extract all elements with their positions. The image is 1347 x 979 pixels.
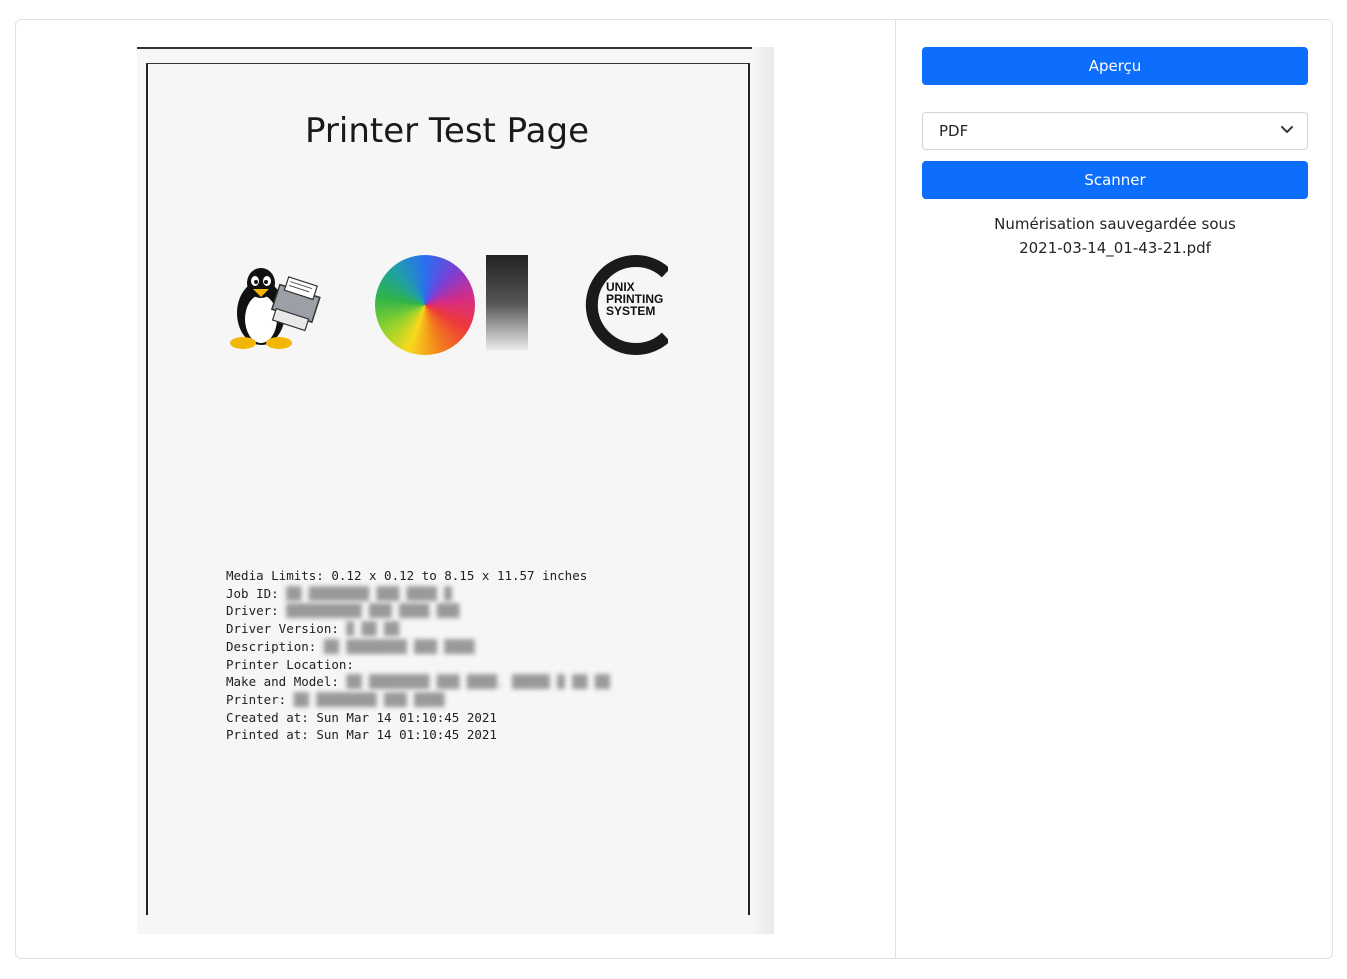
status-text: Numérisation sauvegardée sous	[994, 215, 1236, 233]
printer-info-block: Media Limits: 0.12 x 0.12 to 8.15 x 11.5…	[226, 567, 610, 744]
info-line-driver: Driver: ██████████ ███ ████ ███	[226, 603, 460, 619]
info-line-description: Description: ██ ████████ ███ ████	[226, 638, 475, 654]
info-line-printed-at: Printed at: Sun Mar 14 01:10:45 2021	[226, 727, 497, 743]
scanner-card: Printer Test Page UNIX PRINTING SYSTEM M…	[15, 19, 1333, 959]
scan-status-message: Numérisation sauvegardée sous 2021-03-14…	[922, 212, 1308, 260]
grayscale-gradient-image	[486, 255, 528, 351]
svg-text:SYSTEM: SYSTEM	[606, 304, 655, 318]
info-line-printer-location: Printer Location:	[226, 656, 354, 672]
info-line-make-model: Make and Model: ██ ████████ ███ ████, ██…	[226, 674, 610, 690]
page-border-left	[146, 63, 148, 915]
chevron-down-icon	[1281, 126, 1293, 133]
info-line-driver-version: Driver Version: █ ██ ██	[226, 621, 400, 637]
format-select-value: PDF	[939, 122, 969, 140]
test-page-title: Printer Test Page	[305, 111, 589, 151]
cups-logo: UNIX PRINTING SYSTEM	[585, 255, 668, 355]
saved-filename: 2021-03-14_01-43-21.pdf	[1019, 239, 1211, 257]
info-line-media-limits: Media Limits: 0.12 x 0.12 to 8.15 x 11.5…	[226, 568, 588, 583]
color-wheel-image	[375, 255, 475, 355]
scanned-page-image: Printer Test Page UNIX PRINTING SYSTEM M…	[137, 47, 774, 934]
preview-button[interactable]: Aperçu	[922, 47, 1308, 85]
info-line-created-at: Created at: Sun Mar 14 01:10:45 2021	[226, 709, 497, 725]
scan-edge-line	[137, 47, 774, 49]
page-border-top	[146, 63, 748, 64]
scan-button[interactable]: Scanner	[922, 161, 1308, 199]
info-line-job-id: Job ID: ██ ████████ ███ ████ █	[226, 585, 452, 601]
controls-panel: Aperçu PDF Scanner Numérisation sauvegar…	[896, 20, 1332, 958]
info-line-printer: Printer: ██ ████████ ███ ████	[226, 691, 445, 707]
scan-shadow	[752, 47, 774, 934]
preview-panel: Printer Test Page UNIX PRINTING SYSTEM M…	[16, 20, 896, 958]
page-border-right	[748, 63, 750, 915]
format-select[interactable]: PDF	[922, 112, 1308, 150]
tux-printer-icon	[230, 268, 321, 349]
